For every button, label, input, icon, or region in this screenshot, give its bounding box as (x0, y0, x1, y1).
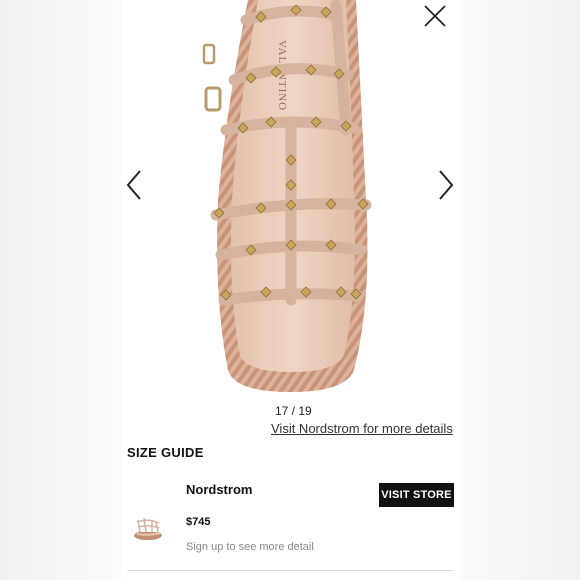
store-name: Nordstrom (186, 482, 253, 497)
visit-store-button[interactable]: VISIT STORE (379, 483, 454, 507)
chevron-right-icon[interactable] (436, 168, 456, 202)
visit-retailer-link[interactable]: Visit Nordstrom for more details (271, 421, 453, 436)
product-thumbnail[interactable] (132, 514, 164, 542)
close-icon[interactable] (422, 3, 448, 29)
signup-link[interactable]: Sign up to see more detail (186, 541, 314, 553)
size-guide-link[interactable]: SIZE GUIDE (127, 445, 204, 460)
backdrop-left (0, 0, 121, 580)
divider (127, 570, 454, 571)
price: $745 (186, 516, 211, 528)
image-counter: 17 / 19 (275, 404, 312, 418)
backdrop-right (459, 0, 580, 580)
chevron-left-icon[interactable] (124, 168, 144, 202)
product-image: VALENTINO (202, 0, 372, 392)
